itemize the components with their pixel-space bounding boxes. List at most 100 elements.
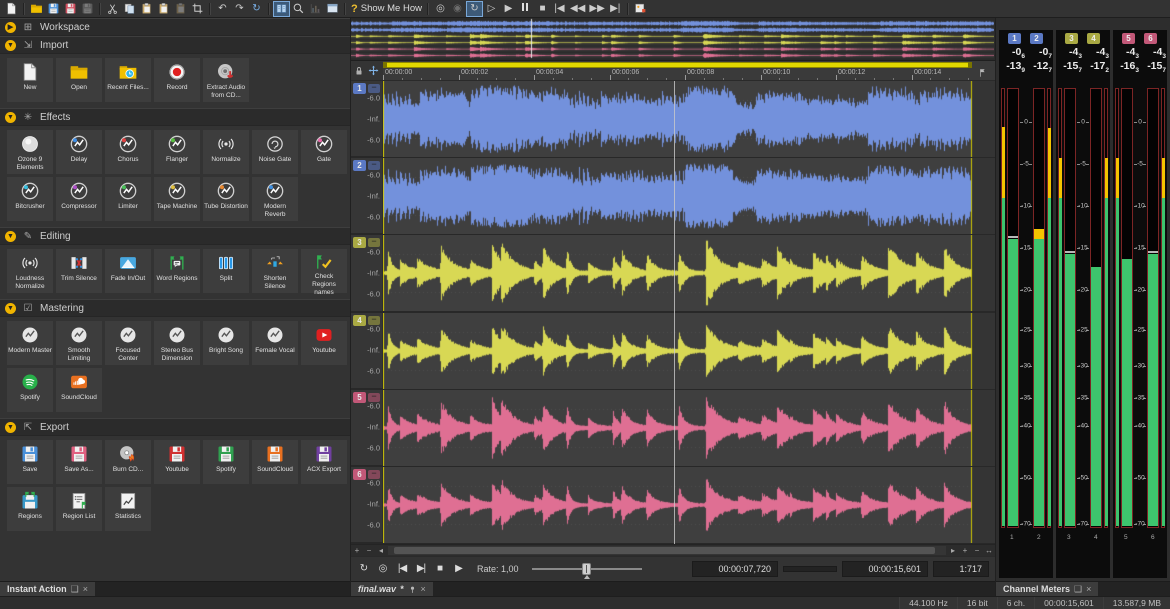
action-flanger[interactable]: Flanger [154, 130, 200, 174]
action-new[interactable]: New [7, 58, 53, 102]
rate-slider-handle[interactable] [582, 563, 591, 575]
action-word-regions[interactable]: Word Regions [154, 249, 200, 293]
save-button[interactable] [45, 1, 62, 17]
play-button[interactable]: ▶ [500, 1, 517, 17]
action-fade-in-out[interactable]: Fade In/Out [105, 249, 151, 293]
action-trim-silence[interactable]: Trim Silence [56, 249, 102, 293]
action-acx-export[interactable]: ACX Export [301, 440, 347, 484]
collapse-section-icon[interactable]: ▼ [5, 231, 16, 242]
save-all-button[interactable] [79, 1, 96, 17]
expand-section-icon[interactable]: ▶ [5, 22, 16, 33]
stop-button[interactable]: ■ [433, 564, 447, 574]
pin-icon[interactable] [408, 585, 417, 594]
zoom-in-button-2[interactable]: + [959, 546, 971, 556]
action-gate[interactable]: Gate [301, 130, 347, 174]
channel-badge-4[interactable]: 4 [353, 315, 366, 326]
action-stereo-bus-dimension[interactable]: Stereo Bus Dimension [154, 321, 200, 365]
forward-button[interactable]: ▶▶ [587, 1, 606, 17]
channel-badge-6[interactable]: 6 [353, 469, 366, 480]
meter-group-ch5-6[interactable]: 56-43-43-163-1570-5-10-15-20-25-30-35-40… [1113, 30, 1167, 578]
undo-button[interactable]: ↶ [214, 1, 231, 17]
action-shorten-silence[interactable]: Shorten Silence [252, 249, 298, 293]
action-loudness-normalize[interactable]: Loudness Normalize [7, 249, 53, 293]
stop-button[interactable]: ■ [534, 1, 551, 17]
zoom-fit-button[interactable]: ↔ [983, 546, 995, 556]
action-bright-song[interactable]: Bright Song [203, 321, 249, 365]
statistics-tool-button[interactable] [307, 1, 324, 17]
zoom-tool-button[interactable] [290, 1, 307, 17]
pause-button[interactable] [517, 1, 534, 17]
action-normalize[interactable]: Normalize [203, 130, 249, 174]
action-record[interactable]: Record [154, 58, 200, 102]
scrollbar-track[interactable] [388, 546, 946, 555]
redo-button[interactable]: ↷ [231, 1, 248, 17]
go-to-start-button[interactable]: |◀ [395, 564, 409, 574]
action-bitcrusher[interactable]: Bitcrusher [7, 177, 53, 221]
action-noise-gate[interactable]: Noise Gate [252, 130, 298, 174]
tab-final-wav[interactable]: final.wav * × [351, 582, 433, 596]
collapse-section-icon[interactable]: ▼ [5, 40, 16, 51]
show-me-how-button[interactable]: ?Show Me How [349, 1, 424, 17]
waveform-channel-1[interactable] [383, 81, 995, 156]
scroll-right-button[interactable]: ▸ [947, 546, 959, 556]
loop-playback-button[interactable]: ↻ [357, 564, 371, 574]
cut-button[interactable] [104, 1, 121, 17]
collapse-section-icon[interactable]: ▼ [5, 112, 16, 123]
open-button[interactable] [28, 1, 45, 17]
section-header-mastering[interactable]: ▼☑Mastering [0, 299, 350, 317]
selection-display[interactable] [783, 566, 837, 572]
action-split[interactable]: Split [203, 249, 249, 293]
close-meters-icon[interactable]: × [1086, 585, 1091, 594]
action-smooth-limiting[interactable]: Smooth Limiting [56, 321, 102, 365]
scroll-left-button[interactable]: ◂ [375, 546, 387, 556]
channel-badge-2[interactable]: 2 [353, 160, 366, 171]
action-open[interactable]: Open [56, 58, 102, 102]
go-to-start-button[interactable]: |◀ [551, 1, 568, 17]
action-statistics[interactable]: Statistics [105, 487, 151, 531]
action-recent-files[interactable]: Recent Files... [105, 58, 151, 102]
collapse-section-icon[interactable]: ▼ [5, 303, 16, 314]
go-to-end-button[interactable]: ▶| [607, 1, 624, 17]
action-spotify[interactable]: Spotify [7, 368, 53, 412]
action-save-as[interactable]: Save As... [56, 440, 102, 484]
zoom-in-button[interactable]: + [351, 546, 363, 556]
channel-badge-3[interactable]: 3 [353, 237, 366, 248]
move-cursor-icon[interactable] [367, 64, 380, 77]
loop-playback-button[interactable]: ↻ [466, 1, 483, 17]
scrollbar-thumb[interactable] [394, 547, 935, 554]
action-spotify[interactable]: Spotify [203, 440, 249, 484]
channel-badge-5[interactable]: 5 [353, 392, 366, 403]
position-display[interactable]: 00:00:07,720 [692, 561, 778, 577]
section-header-import[interactable]: ▼⇲Import [0, 36, 350, 54]
go-to-end-button[interactable]: ▶| [414, 564, 428, 574]
float-meters-icon[interactable]: ❑ [1074, 585, 1082, 594]
selection-handle[interactable] [968, 62, 972, 68]
playhead-cursor[interactable] [674, 81, 675, 544]
collapse-channel-button[interactable]: − [368, 316, 380, 325]
tab-channel-meters[interactable]: Channel Meters ❑ × [996, 582, 1098, 596]
collapse-channel-button[interactable]: − [368, 161, 380, 170]
action-limiter[interactable]: Limiter [105, 177, 151, 221]
record-toolbar-button[interactable]: ◉ [449, 1, 466, 17]
action-modern-master[interactable]: Modern Master [7, 321, 53, 365]
zoom-out-button[interactable]: − [363, 546, 375, 556]
action-check-regions-names[interactable]: Check Regions names [301, 249, 347, 293]
collapse-channel-button[interactable]: − [368, 238, 380, 247]
time-ruler[interactable]: 00:00:0000:00:0200:00:0400:00:0600:00:08… [383, 61, 995, 80]
action-soundcloud[interactable]: SoundCloud [252, 440, 298, 484]
zoom-out-button-2[interactable]: − [971, 546, 983, 556]
section-header-export[interactable]: ▼⇱Export [0, 418, 350, 436]
paste-special-button[interactable] [172, 1, 189, 17]
trim-crop-button[interactable] [189, 1, 206, 17]
collapse-section-icon[interactable]: ▼ [5, 422, 16, 433]
waveform-channel-6[interactable] [383, 467, 995, 542]
meter-group-ch1-2[interactable]: 12-06-07-139-1270-5-10-15-20-25-30-35-40… [999, 30, 1053, 578]
rate-slider[interactable] [532, 562, 642, 576]
channel-badge-1[interactable]: 1 [353, 83, 366, 94]
action-extract-audio-from-cd[interactable]: Extract Audio from CD... [203, 58, 249, 102]
selection-handle[interactable] [383, 62, 387, 68]
section-header-editing[interactable]: ▼✎Editing [0, 227, 350, 245]
action-burn-cd[interactable]: Burn CD... [105, 440, 151, 484]
repeat-button[interactable]: ↻ [248, 1, 265, 17]
marker-flag-icon[interactable] [978, 68, 988, 78]
